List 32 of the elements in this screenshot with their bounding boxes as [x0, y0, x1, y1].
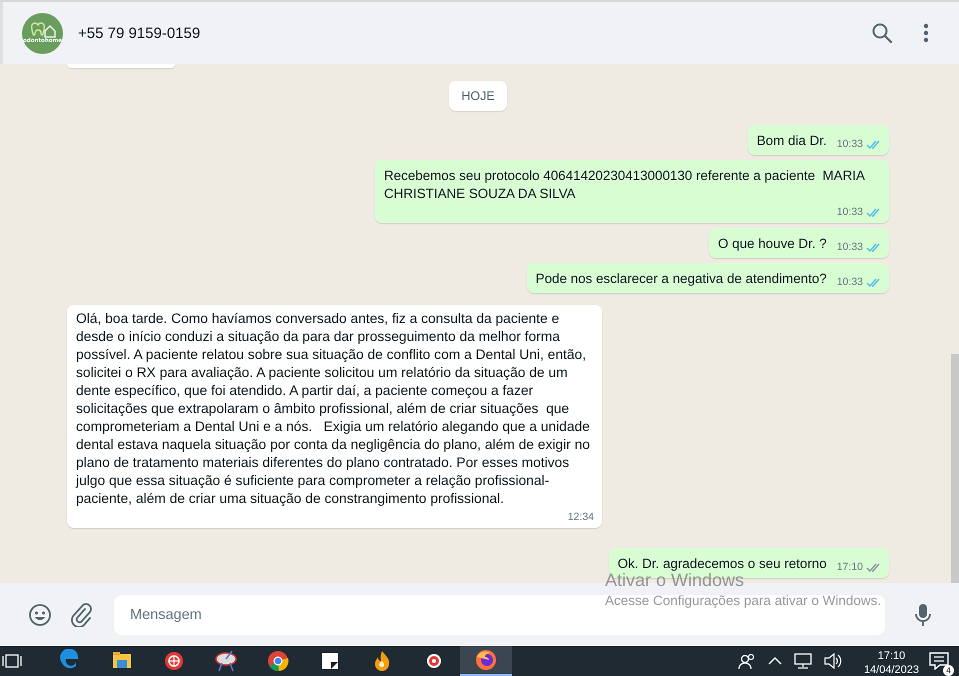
activation-title: Ativar o Windows — [605, 570, 746, 591]
smiley-icon[interactable] — [28, 602, 52, 626]
message-time: 10:33 — [836, 240, 863, 255]
search-icon[interactable] — [871, 22, 893, 44]
message-time: 12:34 — [568, 510, 594, 525]
message-text: Pode nos esclarecer a negativa de atendimento? — [536, 270, 827, 288]
scrollbar-thumb[interactable] — [951, 354, 959, 583]
microphone-icon[interactable] — [915, 602, 931, 626]
network-icon[interactable] — [794, 653, 812, 669]
speaker-icon[interactable] — [824, 653, 842, 669]
message-time: 10:33 — [836, 275, 863, 290]
tooth-house-icon — [30, 22, 56, 38]
message-text: Ok. Dr. agradecemos o seu retorno — [618, 555, 827, 573]
message-time: 10:33 — [836, 137, 863, 152]
task-view-icon[interactable] — [2, 653, 22, 669]
message-text: Olá, boa tarde. Como havíamos conversado antes, fiz a consulta da paciente e desde o início conduzi a situação da para dar prosseguimento da melhor forma possível. A paciente relatou sobre sua situação de conflito com a Dental Uni, então, solicitei o RX para avaliação. A paciente solicitou um relatório da situação de um dente específico, que foi atendido. A partir daí, a paciente começou a fazer solicitações que extrapolaram o âmbito profissional, além de criar situações que comprometeriam a Dental Uni e a nós. Exigia um relatório alegando que a unidade dental estava naquela situação por conta da negligência do plano, além de exigir no plano de tratamento materiais diferentes do plano contratado. Por esses motivos julgo que essa situação é suficiente para comprometer a relação profissional-paciente, além de criar uma situação de constrangimento profissional. — [76, 310, 591, 508]
menu-icon[interactable] — [923, 23, 929, 43]
activation-text: Acesse Configurações para ativar o Windows. — [605, 593, 882, 608]
contact-name[interactable]: +55 79 9159-0159 — [78, 24, 200, 42]
message-time: 17:10 — [836, 560, 863, 575]
taskbar-clock[interactable]: 17:10 14/04/2023 — [864, 645, 919, 676]
message-time: 10:33 — [836, 205, 863, 220]
message-text: O que houve Dr. ? — [718, 235, 827, 253]
firefox-icon[interactable] — [474, 648, 498, 672]
chrome-icon[interactable] — [266, 649, 290, 673]
message-text: Bom dia Dr. — [756, 132, 827, 150]
message-text: Recebemos seu protocolo 40641420230413000130 referente a paciente MARIA CHRISTIANE SOUZA DA SILVA — [384, 167, 866, 203]
paperclip-icon[interactable] — [70, 602, 92, 626]
chevron-up-icon[interactable] — [768, 656, 782, 666]
notification-count: 4 — [943, 665, 954, 676]
people-icon[interactable] — [738, 652, 756, 670]
date-label: HOJE — [449, 81, 507, 111]
